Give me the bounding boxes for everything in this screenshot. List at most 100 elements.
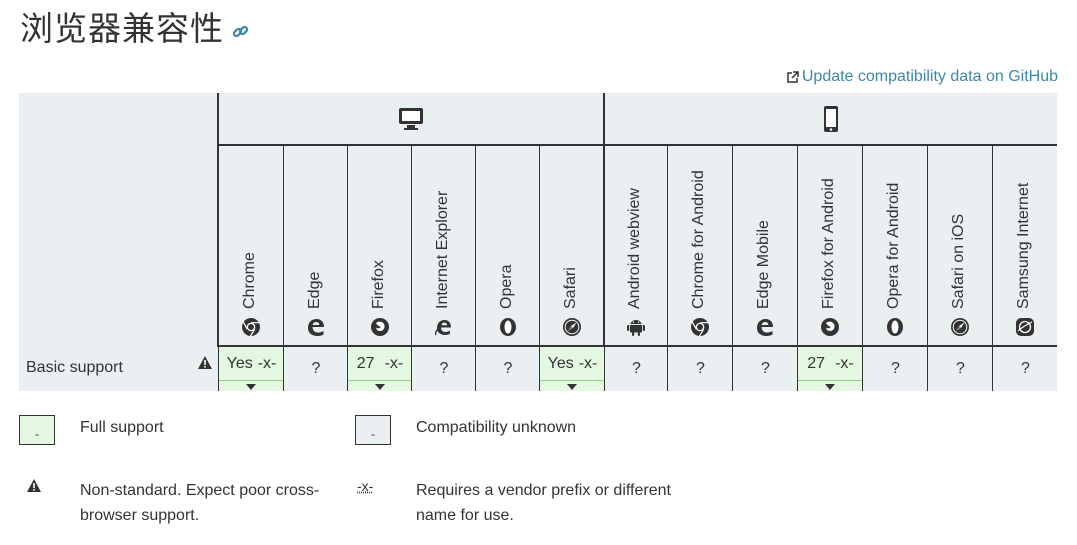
support-version: ? bbox=[503, 359, 513, 377]
prefix-marker: -x- bbox=[835, 355, 854, 372]
expand-divider bbox=[348, 380, 411, 381]
browser-header-10: Firefox for Android bbox=[797, 146, 862, 347]
opera-icon bbox=[499, 318, 516, 336]
support-version: Yes bbox=[547, 355, 574, 372]
browser-header-7: Android webview bbox=[604, 146, 667, 347]
support-value: ? bbox=[476, 347, 540, 390]
chrome-icon bbox=[691, 318, 709, 337]
firefox-icon bbox=[370, 318, 389, 336]
browser-name: Safari on iOS bbox=[950, 213, 967, 309]
section-heading: 浏览器兼容性 bbox=[20, 4, 249, 48]
page-title: 浏览器兼容性 bbox=[20, 9, 224, 48]
support-cell: ? bbox=[667, 347, 732, 391]
legend-full-mark: - bbox=[35, 427, 39, 441]
prefix-marker: -x- bbox=[257, 355, 277, 372]
legend-nonstandard-text: Non-standard. Expect poor cross-browser … bbox=[80, 482, 320, 524]
samsung-icon bbox=[1016, 318, 1034, 336]
warning-icon bbox=[198, 356, 212, 369]
browser-header-1: Chrome bbox=[218, 146, 283, 347]
browser-header-13: Samsung Internet bbox=[992, 146, 1057, 347]
prefix-legend-symbol: -x- bbox=[357, 478, 374, 494]
browser-name: Opera bbox=[497, 264, 515, 309]
support-version: ? bbox=[956, 359, 965, 377]
mobile-icon bbox=[823, 106, 838, 132]
browser-header-5: Opera bbox=[475, 146, 539, 347]
support-cell[interactable]: Yes -x- bbox=[539, 347, 604, 391]
support-value: ? bbox=[993, 347, 1058, 390]
feature-cell: Basic support bbox=[19, 347, 218, 391]
update-compat-label: Update compatibility data on GitHub bbox=[801, 68, 1058, 85]
support-value: 27 -x- bbox=[798, 347, 863, 381]
browser-name: Edge bbox=[305, 271, 323, 309]
support-version: ? bbox=[1021, 359, 1030, 377]
support-version: ? bbox=[696, 359, 705, 377]
expand-arrow-icon[interactable] bbox=[374, 384, 385, 390]
support-version: 27 bbox=[356, 355, 375, 372]
browser-name: Firefox for Android bbox=[820, 178, 837, 309]
support-cell: ? bbox=[475, 347, 539, 391]
support-version: ? bbox=[891, 359, 900, 377]
support-version: 27 bbox=[807, 355, 826, 372]
browser-header-12: Safari on iOS bbox=[927, 146, 992, 347]
support-cell: ? bbox=[927, 347, 992, 391]
support-value: ? bbox=[863, 347, 928, 390]
feature-header-cell bbox=[19, 93, 218, 347]
expand-arrow-icon[interactable] bbox=[567, 384, 577, 390]
legend-unknown-text: Compatibility unknown bbox=[416, 419, 577, 436]
desktop-icon bbox=[399, 108, 423, 130]
support-value: Yes -x- bbox=[540, 347, 605, 381]
browser-name: Internet Explorer bbox=[433, 190, 451, 309]
edge-icon bbox=[307, 319, 324, 336]
support-version: Yes bbox=[226, 355, 253, 372]
expand-divider bbox=[798, 380, 862, 381]
edge-icon bbox=[757, 319, 773, 336]
expand-arrow-icon[interactable] bbox=[825, 384, 835, 390]
browser-name: Android webview bbox=[626, 188, 643, 309]
link-icon[interactable] bbox=[232, 23, 249, 40]
legend-unknown-mark: - bbox=[371, 427, 375, 441]
support-value: Yes -x- bbox=[219, 347, 284, 381]
warning-icon bbox=[27, 479, 41, 492]
support-cell: ? bbox=[732, 347, 797, 391]
prefix-marker: -x- bbox=[578, 355, 598, 372]
browser-header-3: Firefox bbox=[347, 146, 411, 347]
prefix-marker: -x- bbox=[384, 355, 404, 372]
support-cell[interactable]: 27 -x- bbox=[347, 347, 411, 391]
expand-arrow-icon[interactable] bbox=[246, 384, 256, 390]
support-cell: ? bbox=[604, 347, 667, 391]
legend-full-text: Full support bbox=[80, 419, 164, 436]
legend-full-box: - bbox=[19, 415, 55, 445]
browser-name: Edge Mobile bbox=[755, 220, 772, 309]
legend-prefix-text: Requires a vendor prefix or different na… bbox=[416, 482, 671, 524]
feature-name: Basic support bbox=[26, 359, 123, 376]
expand-divider bbox=[219, 380, 283, 381]
opera-icon bbox=[887, 318, 903, 336]
browser-name: Chrome for Android bbox=[690, 170, 707, 309]
external-link-icon bbox=[787, 70, 799, 83]
support-cell: ? bbox=[283, 347, 347, 391]
support-cell[interactable]: 27 -x- bbox=[797, 347, 862, 391]
android-icon bbox=[627, 320, 645, 336]
chrome-icon bbox=[242, 318, 260, 337]
firefox-icon bbox=[821, 318, 839, 336]
support-cell: ? bbox=[411, 347, 475, 391]
browser-name: Chrome bbox=[241, 252, 258, 309]
support-version: ? bbox=[439, 359, 449, 377]
update-compat-link[interactable]: Update compatibility data on GitHub bbox=[786, 68, 1058, 86]
support-value: ? bbox=[284, 347, 348, 390]
support-version: ? bbox=[761, 359, 770, 377]
support-value: ? bbox=[668, 347, 733, 390]
support-value: ? bbox=[928, 347, 993, 390]
browser-header-11: Opera for Android bbox=[862, 146, 927, 347]
ie-icon bbox=[434, 320, 451, 336]
legend-unknown-box: - bbox=[355, 415, 391, 445]
browser-name: Opera for Android bbox=[885, 182, 902, 309]
support-cell[interactable]: Yes -x- bbox=[218, 347, 283, 391]
browser-header-8: Chrome for Android bbox=[667, 146, 732, 347]
support-version: ? bbox=[311, 359, 321, 377]
browser-header-9: Edge Mobile bbox=[732, 146, 797, 347]
browser-header-4: Internet Explorer bbox=[411, 146, 475, 347]
support-version: ? bbox=[632, 359, 641, 377]
browser-name: Safari bbox=[562, 267, 579, 309]
safari-icon bbox=[563, 318, 581, 336]
